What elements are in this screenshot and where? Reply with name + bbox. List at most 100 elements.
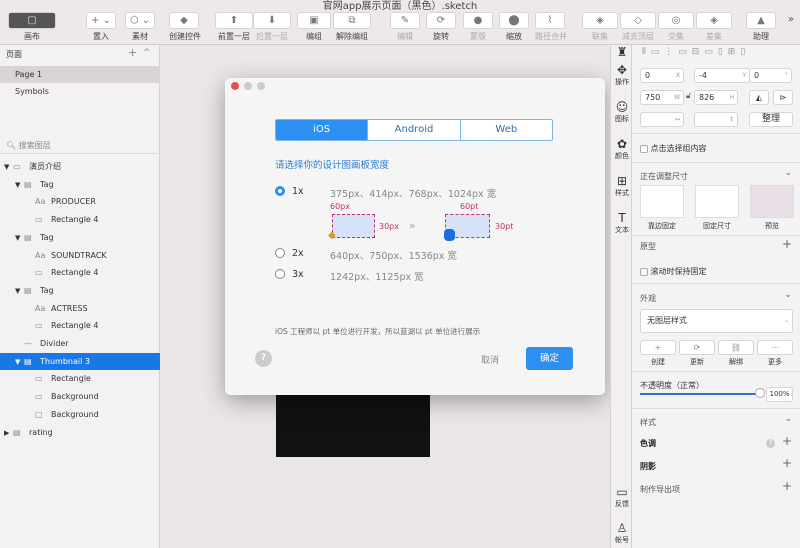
account-button[interactable]: ♙帐号 xyxy=(611,521,633,545)
click-through-checkbox[interactable]: 点击选择组内容 xyxy=(640,143,707,154)
more-tools-button[interactable]: » xyxy=(788,14,794,25)
layer-row[interactable]: ▼▤Thumbnail 3 xyxy=(0,353,160,370)
layer-row[interactable]: ▶▤rating xyxy=(0,424,160,441)
flip-horizontal-button[interactable]: ◭ xyxy=(749,90,769,105)
layer-row[interactable]: ▭Rectangle 4 xyxy=(0,211,160,228)
style-action-button[interactable]: ⟳更新 xyxy=(679,340,715,367)
height-field[interactable]: 826H xyxy=(694,90,738,105)
help-icon[interactable]: ? xyxy=(766,439,775,448)
layer-row[interactable]: □Background xyxy=(0,406,160,423)
layer-row[interactable]: ▭Rectangle 4 xyxy=(0,317,160,334)
lock-ratio-icon[interactable]: 🔓︎ xyxy=(686,91,691,101)
disclosure-icon[interactable]: ▼ xyxy=(4,159,13,176)
chevron-down-icon[interactable]: ⌄ xyxy=(784,414,792,424)
y-field[interactable]: -4Y xyxy=(694,68,750,83)
toolbar-button[interactable]: ●蒙版 xyxy=(463,12,493,42)
layer-style-select[interactable]: 无图层样式⌄ xyxy=(640,309,793,333)
fix-on-scroll-checkbox[interactable]: 滚动时保持固定 xyxy=(640,266,707,277)
toolbar-button[interactable]: ⬇后置一层 xyxy=(253,12,291,42)
inspector-tab[interactable]: ✿颜色 xyxy=(611,137,633,161)
layer-row[interactable]: AaSOUNDTRACK xyxy=(0,247,160,264)
inspector-tab[interactable]: ⊞样式 xyxy=(611,174,633,198)
rotation-field[interactable]: 0° xyxy=(749,68,792,83)
toolbar-button[interactable]: ▢画布 xyxy=(8,12,56,42)
disclosure-icon[interactable]: ▼ xyxy=(15,230,24,247)
spacing-h-field[interactable]: ↔ xyxy=(640,112,684,127)
scale-option[interactable]: 2x640px、750px、1536px 宽 xyxy=(275,248,575,259)
layer-row[interactable]: ▼▭演员介绍 xyxy=(0,158,160,175)
disclosure-icon[interactable]: ▼ xyxy=(15,354,24,371)
opacity-field[interactable]: 100% xyxy=(766,387,793,402)
flip-vertical-button[interactable]: ⊳ xyxy=(773,90,793,105)
style-action-button[interactable]: ⛓解绑 xyxy=(718,340,754,367)
layer-row[interactable]: AaACTRESS xyxy=(0,300,160,317)
feedback-button[interactable]: ▭反馈 xyxy=(611,485,633,509)
toolbar-button[interactable]: ⬡ ⌄素材 xyxy=(125,12,155,42)
disclosure-icon[interactable]: ▶ xyxy=(4,425,13,442)
add-tint-button[interactable]: + xyxy=(782,434,792,448)
toolbar-button[interactable]: ⟳旋转 xyxy=(426,12,456,42)
add-shadow-button[interactable]: + xyxy=(782,456,792,470)
add-prototype-button[interactable]: + xyxy=(782,237,792,251)
page-item[interactable]: Page 1 xyxy=(0,66,160,83)
chevron-down-icon[interactable]: ⌄ xyxy=(784,168,792,178)
add-export-button[interactable]: + xyxy=(782,479,792,493)
chevron-down-icon[interactable]: ⌄ xyxy=(784,290,792,300)
toolbar-button[interactable]: ▲助理 xyxy=(746,12,776,42)
inspector-tab[interactable]: ✥操作 xyxy=(611,63,633,87)
layer-search[interactable]: 🔍︎ 搜索图层 xyxy=(0,137,160,154)
inspector-pin-icon[interactable]: ♜ xyxy=(611,45,633,59)
layer-row[interactable]: ▭Rectangle 4 xyxy=(0,264,160,281)
toolbar-button[interactable]: ⬆前置一层 xyxy=(215,12,253,42)
add-page-button[interactable]: + xyxy=(128,46,137,59)
style-action-button[interactable]: +创建 xyxy=(640,340,676,367)
collapse-pages-button[interactable]: ^ xyxy=(143,48,151,58)
toolbar-button[interactable]: ◎交集 xyxy=(658,12,694,42)
toolbar-button[interactable]: ◈联集 xyxy=(582,12,618,42)
layer-row[interactable]: ▭Background xyxy=(0,388,160,405)
toolbar-button[interactable]: ✎编辑 xyxy=(390,12,420,42)
scale-option[interactable]: 3x1242px、1125px 宽 xyxy=(275,269,575,280)
radio-button[interactable] xyxy=(275,186,285,196)
radio-button[interactable] xyxy=(275,248,285,258)
layer-row[interactable]: ▭Rectangle xyxy=(0,370,160,387)
page-item[interactable]: Symbols xyxy=(0,83,160,100)
x-field[interactable]: 0X xyxy=(640,68,684,83)
checkbox-box[interactable] xyxy=(640,268,648,276)
tab-ios[interactable]: iOS xyxy=(276,120,367,140)
layer-row[interactable]: AaPRODUCER xyxy=(0,193,160,210)
toolbar-button[interactable]: ▣编组 xyxy=(297,12,331,42)
disclosure-icon[interactable]: ▼ xyxy=(15,177,24,194)
opacity-slider[interactable] xyxy=(640,393,760,395)
layer-row[interactable]: ▼▤Tag xyxy=(0,229,160,246)
fixed-size-option[interactable] xyxy=(695,185,739,218)
tab-web[interactable]: Web xyxy=(460,120,552,140)
radio-button[interactable] xyxy=(275,269,285,279)
toolbar-button[interactable]: ⧉解除编组 xyxy=(333,12,371,42)
style-action-button[interactable]: ⋯更多 xyxy=(757,340,793,367)
close-icon[interactable] xyxy=(231,82,239,90)
layer-row[interactable]: ▼▤Tag xyxy=(0,282,160,299)
toolbar-button[interactable]: ◆创建控件 xyxy=(169,12,199,42)
confirm-button[interactable]: 确定 xyxy=(526,347,573,370)
align-icons[interactable]: ⫴▭⋮▭⊟▭▯⊞▯ xyxy=(642,47,750,57)
scale-option[interactable]: 1x375px、414px、768px、1024px 宽 xyxy=(275,186,575,197)
checkbox-box[interactable] xyxy=(640,145,648,153)
tab-android[interactable]: Android xyxy=(367,120,459,140)
toolbar-button[interactable]: ◇减去顶层 xyxy=(620,12,656,42)
toolbar-button[interactable]: ◈差集 xyxy=(696,12,732,42)
layer-row[interactable]: ▼▤Tag xyxy=(0,176,160,193)
toolbar-button[interactable]: ⌇路径合并 xyxy=(535,12,565,42)
inspector-tab[interactable]: ☺图标 xyxy=(611,100,633,124)
pin-edges-option[interactable] xyxy=(640,185,684,218)
toolbar-button[interactable]: + ⌄置入 xyxy=(86,12,116,42)
spacing-v-field[interactable]: ↕ xyxy=(694,112,738,127)
disclosure-icon[interactable]: ▼ xyxy=(15,283,24,300)
artboard-preview[interactable] xyxy=(276,395,430,457)
opacity-slider-knob[interactable] xyxy=(755,388,765,398)
toolbar-button[interactable]: ⬤缩放 xyxy=(499,12,529,42)
layer-row[interactable]: —Divider xyxy=(0,335,160,352)
inspector-tab[interactable]: T文本 xyxy=(611,211,633,235)
cancel-button[interactable]: 取消 xyxy=(481,353,499,366)
width-field[interactable]: 750W xyxy=(640,90,684,105)
